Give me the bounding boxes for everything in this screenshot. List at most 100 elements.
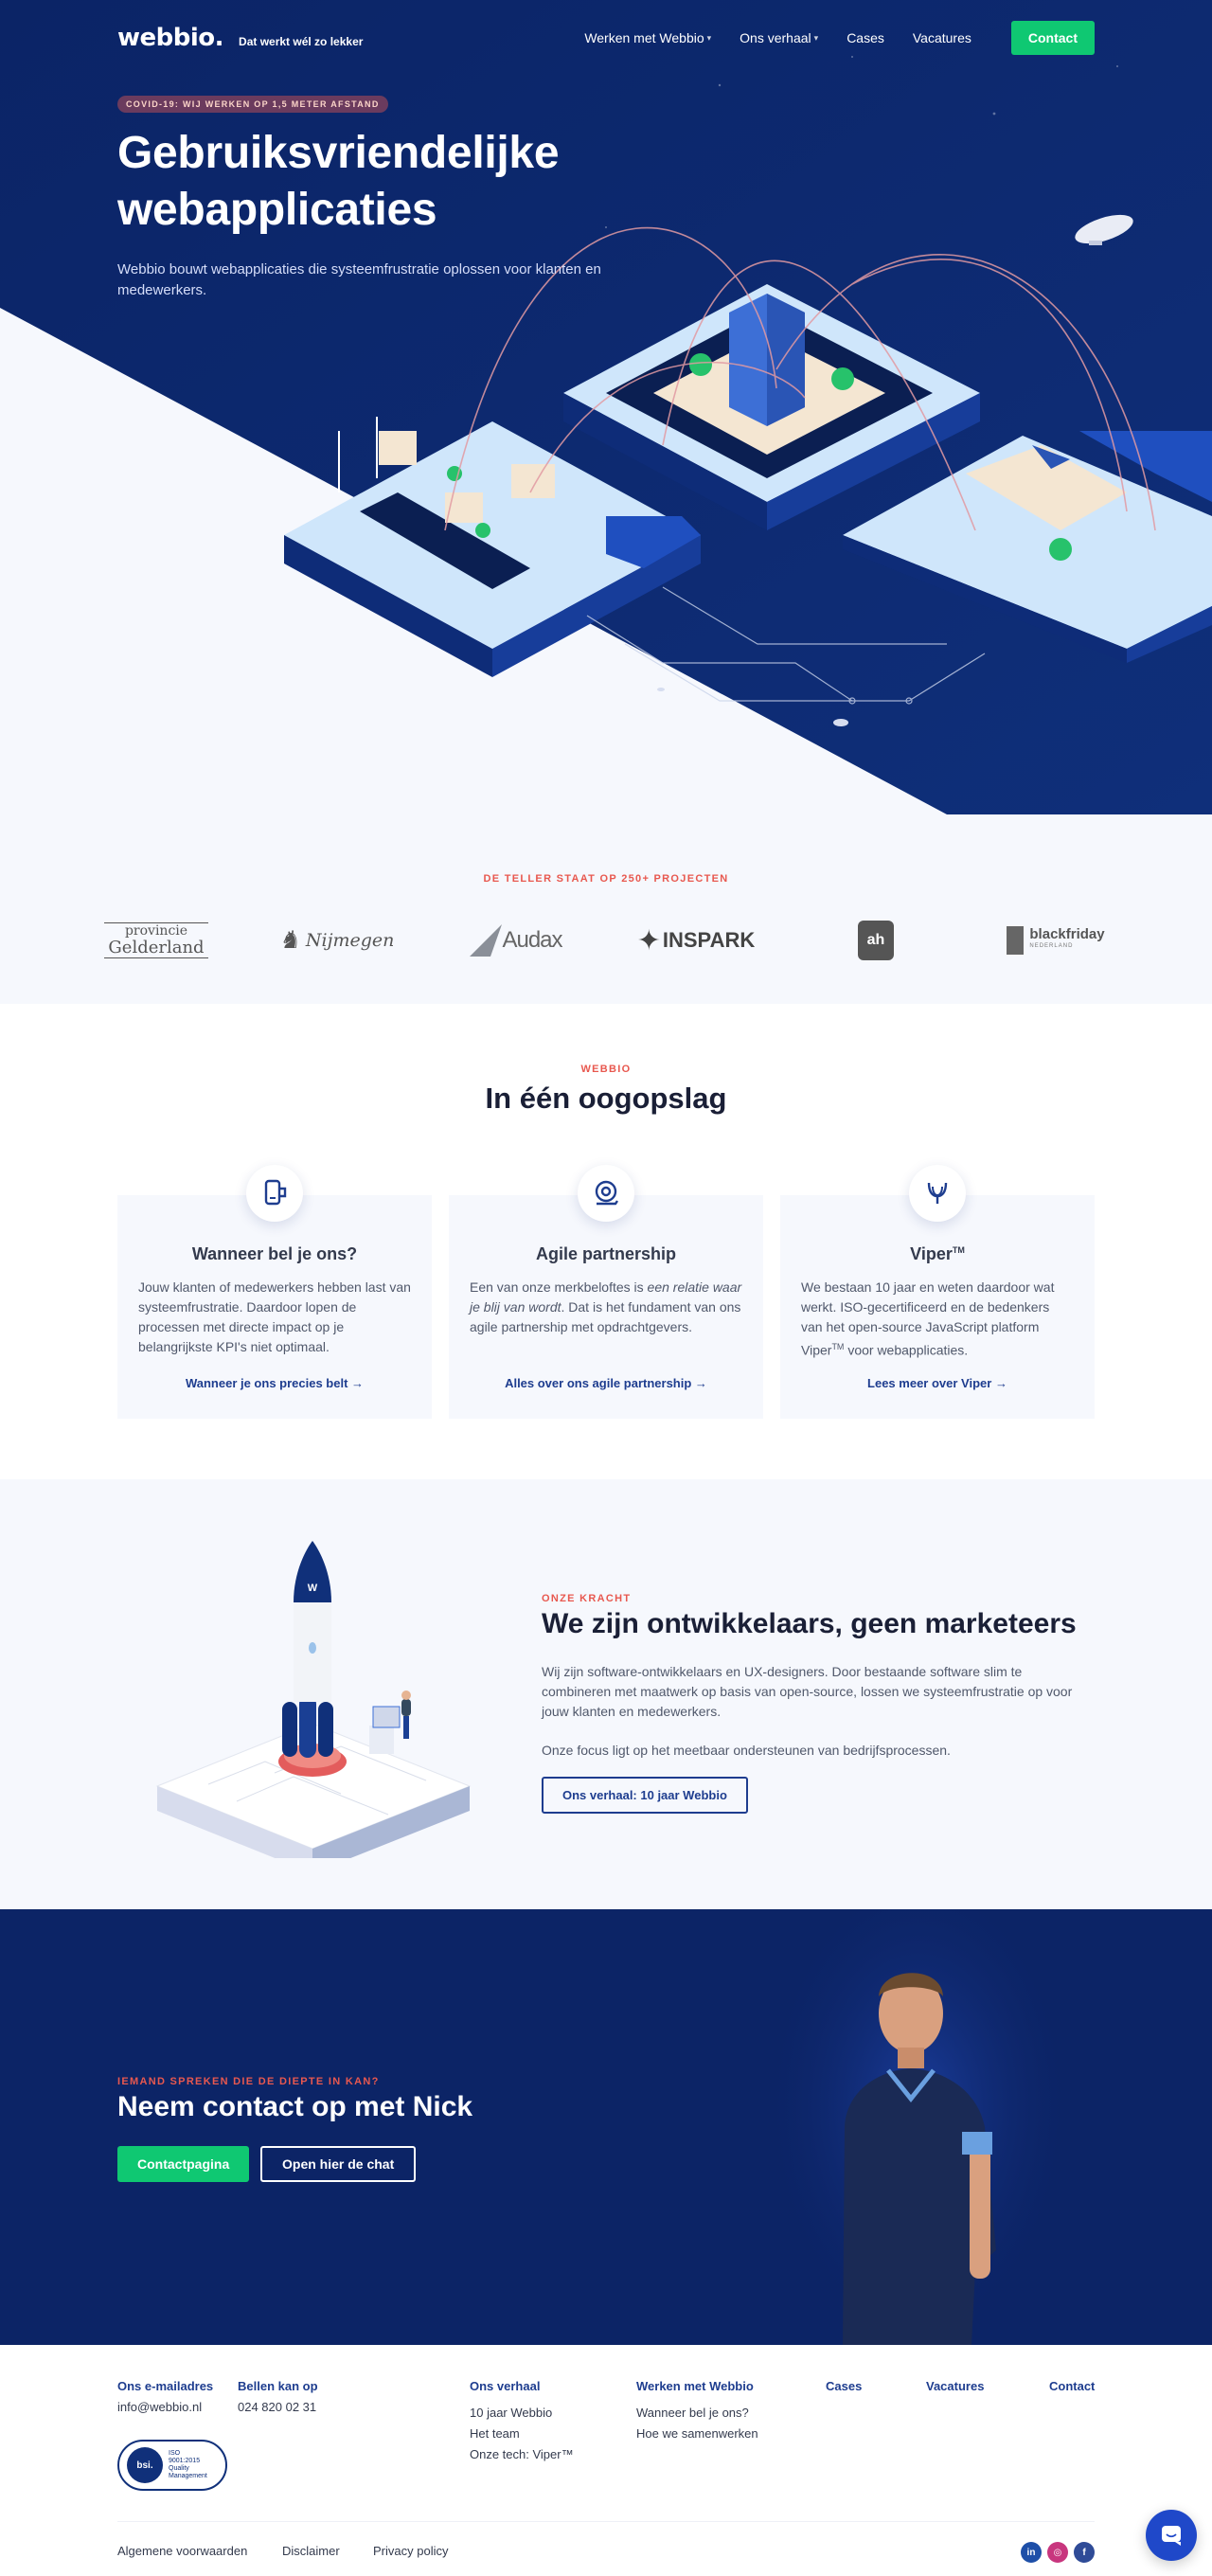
legal-link-privacy[interactable]: Privacy policy <box>373 2544 448 2558</box>
viper-icon <box>909 1165 966 1222</box>
strength-section: W ONZE KRACHT We zijn ontwikkelaars, gee… <box>0 1479 1212 1909</box>
iso-line: 9001:2015 <box>169 2458 201 2464</box>
footer-heading: Ons e-mailadres <box>117 2379 214 2393</box>
chat-widget-button[interactable] <box>1146 2510 1197 2561</box>
arrow-right-icon: → <box>694 1376 707 1390</box>
card-title: Agile partnership <box>535 1244 677 1263</box>
logo-inspark: ✦ INSPARK <box>634 917 758 964</box>
card-link-label: Lees meer over Viper <box>867 1376 992 1390</box>
card-link-label: Alles over ons agile partnership <box>505 1376 692 1390</box>
phone-link[interactable]: 024 820 02 31 <box>238 2397 318 2418</box>
menu-cases[interactable]: Cases <box>847 30 884 45</box>
menu-vacatures[interactable]: Vacatures <box>913 30 971 45</box>
strength-paragraph: Onze focus ligt op het meetbaar onderste… <box>542 1743 951 1758</box>
footer-heading: Bellen kan op <box>238 2379 318 2393</box>
menu-ons-verhaal[interactable]: Ons verhaal ▾ <box>740 30 818 45</box>
logo-ah: ah <box>814 917 937 964</box>
card-title: Wanneer bel je ons? <box>191 1244 358 1263</box>
footer-link[interactable]: 10 jaar Webbio <box>470 2403 574 2424</box>
trademark-sup: TM <box>952 1245 965 1255</box>
footer-col-contact: Contact <box>1049 2379 1095 2401</box>
contact-button[interactable]: Contact <box>1010 21 1095 55</box>
legal-link-disclaimer[interactable]: Disclaimer <box>282 2544 340 2558</box>
footer-link[interactable]: Hoe we samenwerken <box>636 2424 758 2444</box>
footer: Ons e-mailadres info@webbio.nl Bellen ka… <box>0 2345 1212 2576</box>
email-link[interactable]: info@webbio.nl <box>117 2397 213 2418</box>
glance-title: In één oogopslag <box>485 1082 727 1115</box>
footer-link[interactable]: Wanneer bel je ons? <box>636 2403 758 2424</box>
menu-label: Vacatures <box>912 30 971 45</box>
card-viper: ViperTM We bestaan 10 jaar en weten daar… <box>780 1165 1095 1419</box>
logo-blackfriday: blackfriday NEDERLAND <box>994 917 1117 964</box>
footer-divider <box>117 2521 1095 2522</box>
card-link-label: Wanneer je ons precies belt <box>185 1376 348 1390</box>
iso-line: Quality <box>169 2465 189 2472</box>
card-link[interactable]: Lees meer over Viper → <box>780 1376 1095 1390</box>
footer-heading[interactable]: Vacatures <box>926 2379 984 2393</box>
card-text-part: voor webapplicaties. <box>844 1342 969 1358</box>
logo-text: NEDERLAND <box>1029 943 1074 949</box>
phone-icon <box>246 1165 303 1222</box>
menu-label: Werken met Webbio <box>584 30 704 45</box>
iso-text: ISO 9001:2015 Quality Management <box>169 2450 207 2480</box>
hero-section: webbio. Dat werkt wél zo lekker Werken m… <box>0 0 1212 814</box>
footer-heading[interactable]: Contact <box>1049 2379 1095 2393</box>
strength-paragraph: Wij zijn software-ontwikkelaars en UX-de… <box>542 1664 1073 1719</box>
covid-badge: COVID-19: WIJ WERKEN OP 1,5 METER AFSTAN… <box>117 96 388 113</box>
contactpagina-button[interactable]: Contactpagina <box>117 2146 250 2182</box>
nick-portrait <box>776 1909 1060 2345</box>
logo-text: provincie <box>124 923 188 939</box>
partnership-icon <box>578 1165 634 1222</box>
footer-heading[interactable]: Werken met Webbio <box>636 2379 758 2393</box>
ons-verhaal-button[interactable]: Ons verhaal: 10 jaar Webbio <box>542 1777 748 1814</box>
footer-col-vacatures: Vacatures <box>926 2379 984 2401</box>
menu-werken-met-webbio[interactable]: Werken met Webbio ▾ <box>584 30 711 45</box>
arrow-right-icon: → <box>351 1376 365 1390</box>
footer-col-ons-verhaal: Ons verhaal 10 jaar Webbio Het team Onze… <box>470 2379 574 2465</box>
logo-text: blackfriday <box>1029 926 1105 942</box>
instagram-icon[interactable]: ◎ <box>1047 2542 1068 2563</box>
top-navigation: webbio. Dat werkt wél zo lekker Werken m… <box>117 19 1095 57</box>
footer-col-cases: Cases <box>826 2379 862 2401</box>
glance-eyebrow: WEBBIO <box>580 1064 632 1075</box>
card-title: ViperTM <box>780 1244 1095 1264</box>
strength-title: We zijn ontwikkelaars, geen marketeers <box>542 1608 1077 1639</box>
iso-line: Management <box>169 2473 207 2479</box>
footer-link[interactable]: Onze tech: Viper™ <box>470 2444 574 2465</box>
audax-mark-icon <box>470 924 503 957</box>
menu-label: Ons verhaal <box>740 30 811 45</box>
logo-text: Audax <box>502 927 562 953</box>
footer-link[interactable]: Het team <box>470 2424 574 2444</box>
hero-title: Gebruiksvriendelijke webapplicaties <box>117 128 560 235</box>
logo-text: Nijmegen <box>305 930 395 951</box>
bsi-icon: bsi. <box>127 2447 163 2483</box>
svg-text:W: W <box>308 1583 318 1594</box>
webbio-logo[interactable]: webbio. <box>117 24 224 52</box>
chevron-down-icon: ▾ <box>813 32 819 43</box>
legal-link-voorwaarden[interactable]: Algemene voorwaarden <box>117 2544 247 2558</box>
footer-heading[interactable]: Ons verhaal <box>470 2379 574 2393</box>
logo-text: Gelderland <box>108 938 205 957</box>
logo-text: INSPARK <box>662 928 756 952</box>
contact-title: Neem contact op met Nick <box>117 2091 473 2122</box>
contact-section: IEMAND SPREKEN DIE DE DIEPTE IN KAN? Nee… <box>0 1909 1212 2345</box>
client-logo-row: provincie Gelderland ♞ Nijmegen Audax ✦ … <box>95 917 1117 964</box>
chevron-down-icon: ▾ <box>706 32 712 43</box>
card-agile-partnership: Agile partnership Een van onze merkbelof… <box>449 1165 763 1419</box>
card-text-part: Een van onze merkbeloftes is <box>470 1279 648 1295</box>
logo-audax: Audax <box>454 917 578 964</box>
linkedin-icon[interactable]: in <box>1021 2542 1042 2563</box>
footer-email: Ons e-mailadres info@webbio.nl <box>117 2379 213 2418</box>
contact-eyebrow: IEMAND SPREKEN DIE DE DIEPTE IN KAN? <box>117 2076 380 2087</box>
card-link[interactable]: Alles over ons agile partnership → <box>449 1376 763 1390</box>
card-title-text: Viper <box>910 1244 953 1263</box>
open-chat-button[interactable]: Open hier de chat <box>260 2146 417 2182</box>
card-text: Jouw klanten of medewerkers hebben last … <box>138 1279 411 1354</box>
footer-heading[interactable]: Cases <box>826 2379 862 2393</box>
iso-badge: bsi. ISO 9001:2015 Quality Management <box>117 2440 227 2491</box>
facebook-icon[interactable]: f <box>1074 2542 1095 2563</box>
chat-icon <box>1162 2526 1181 2546</box>
card-text: We bestaan 10 jaar en weten daardoor wat… <box>801 1278 1074 1361</box>
arrow-right-icon: → <box>994 1376 1007 1390</box>
card-link[interactable]: Wanneer je ons precies belt → <box>117 1376 432 1390</box>
